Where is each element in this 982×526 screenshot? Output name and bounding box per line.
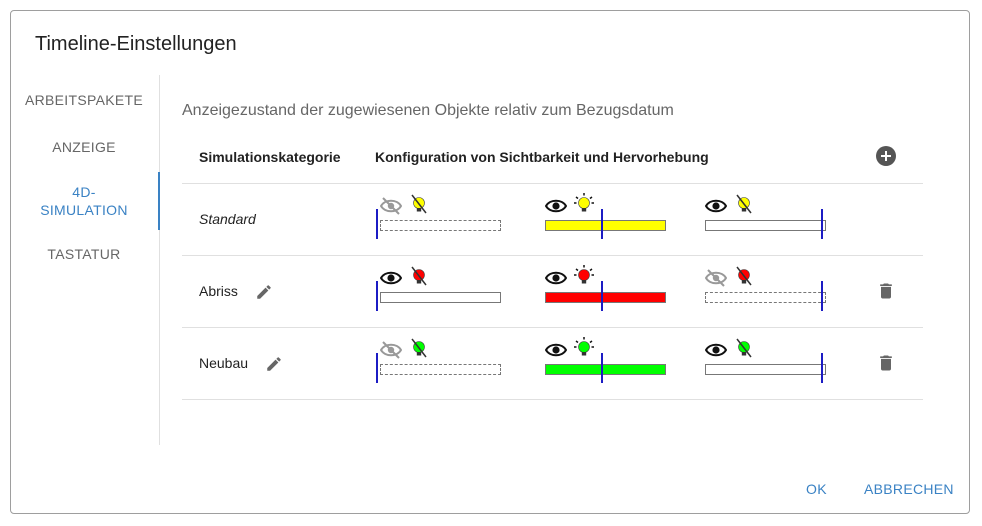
eye-icon[interactable]	[380, 269, 402, 287]
category-name: Standard	[199, 211, 256, 227]
reference-date-marker	[821, 281, 823, 311]
divider	[182, 327, 923, 328]
state-bar	[380, 220, 501, 231]
eye-icon[interactable]	[545, 197, 567, 215]
visibility-config-cell[interactable]	[701, 338, 831, 383]
visibility-config-cell[interactable]	[541, 265, 671, 311]
state-bar	[705, 220, 826, 231]
state-bar	[705, 292, 826, 303]
delete-icon[interactable]	[876, 353, 896, 373]
visibility-config-cell[interactable]	[701, 266, 831, 311]
dialog-title: Timeline-Einstellungen	[35, 33, 237, 55]
visibility-config-cell[interactable]	[541, 193, 671, 239]
section-subtitle: Anzeigezustand der zugewiesenen Objekte …	[182, 102, 674, 119]
divider	[182, 255, 923, 256]
reference-date-marker	[601, 281, 603, 311]
nav-item-arbeitspakete[interactable]: ARBEITSPAKETE	[11, 91, 157, 109]
delete-icon[interactable]	[876, 281, 896, 301]
state-bar	[545, 220, 666, 231]
reference-date-marker	[821, 209, 823, 239]
category-name: Abriss	[199, 283, 238, 299]
visibility-config-cell[interactable]	[376, 194, 506, 239]
visibility-config-cell[interactable]	[376, 338, 506, 383]
reference-date-marker	[376, 353, 378, 383]
category-name: Neubau	[199, 355, 249, 371]
reference-date-marker	[821, 353, 823, 383]
lightbulb-off-icon[interactable]	[408, 337, 430, 359]
cancel-button[interactable]: ABBRECHEN	[864, 481, 954, 497]
add-category-icon[interactable]	[876, 146, 896, 166]
edit-icon[interactable]	[255, 283, 273, 301]
eye-icon[interactable]	[545, 269, 567, 287]
lightbulb-off-icon[interactable]	[733, 193, 755, 215]
column-header-config: Konfiguration von Sichtbarkeit und Hervo…	[375, 149, 709, 165]
ok-button[interactable]: OK	[806, 481, 827, 497]
nav-item-anzeige[interactable]: ANZEIGE	[11, 138, 157, 156]
visibility-config-cell[interactable]	[541, 337, 671, 383]
divider	[182, 399, 923, 400]
lightbulb-off-icon[interactable]	[733, 337, 755, 359]
reference-date-marker	[601, 353, 603, 383]
eye-off-icon[interactable]	[705, 269, 727, 287]
lightbulb-off-icon[interactable]	[408, 265, 430, 287]
eye-off-icon[interactable]	[380, 197, 402, 215]
timeline-settings-dialog: Timeline-Einstellungen ARBEITSPAKETE ANZ…	[10, 10, 970, 514]
eye-icon[interactable]	[545, 341, 567, 359]
state-bar	[705, 364, 826, 375]
state-bar	[380, 292, 501, 303]
state-bar	[545, 364, 666, 375]
state-bar	[380, 364, 501, 375]
edit-icon[interactable]	[265, 355, 283, 373]
eye-off-icon[interactable]	[380, 341, 402, 359]
visibility-config-cell[interactable]	[701, 194, 831, 239]
nav-item-tastatur[interactable]: TASTATUR	[11, 245, 157, 263]
settings-nav: ARBEITSPAKETE ANZEIGE 4D- SIMULATION TAS…	[11, 75, 160, 445]
reference-date-marker	[376, 281, 378, 311]
nav-item-4d-simulation[interactable]: 4D- SIMULATION	[11, 183, 157, 219]
lightbulb-on-icon[interactable]	[573, 337, 595, 359]
visibility-config-cell[interactable]	[376, 266, 506, 311]
lightbulb-off-icon[interactable]	[408, 193, 430, 215]
eye-icon[interactable]	[705, 197, 727, 215]
active-tab-indicator	[158, 172, 160, 230]
lightbulb-on-icon[interactable]	[573, 193, 595, 215]
divider	[182, 183, 923, 184]
lightbulb-on-icon[interactable]	[573, 265, 595, 287]
lightbulb-off-icon[interactable]	[733, 265, 755, 287]
reference-date-marker	[376, 209, 378, 239]
eye-icon[interactable]	[705, 341, 727, 359]
column-header-category: Simulationskategorie	[199, 149, 341, 165]
reference-date-marker	[601, 209, 603, 239]
state-bar	[545, 292, 666, 303]
